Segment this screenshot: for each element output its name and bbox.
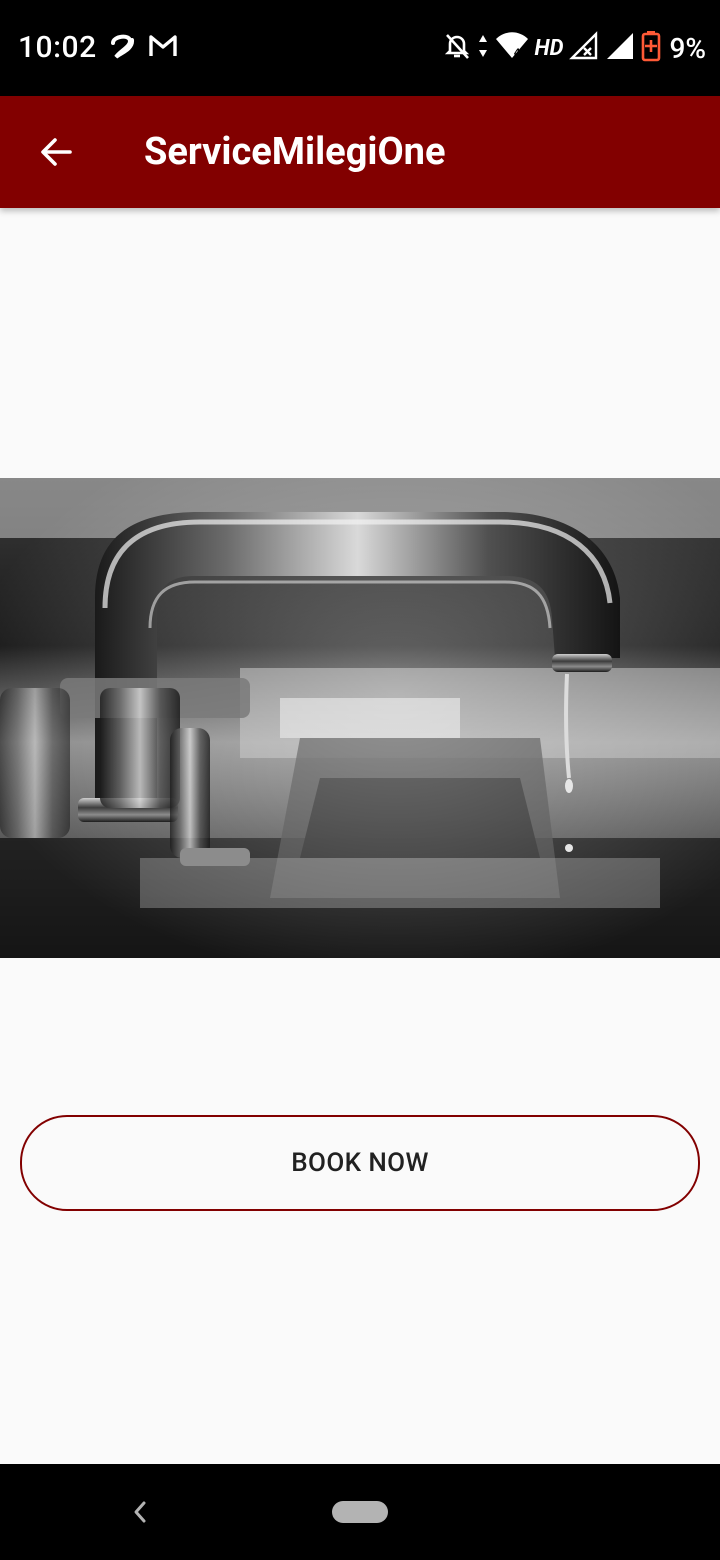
app-title: ServiceMilegiOne (144, 130, 446, 174)
airtel-icon (106, 31, 136, 65)
nav-back-button[interactable] (124, 1494, 156, 1530)
arrow-back-icon (41, 138, 72, 166)
status-left-icons (106, 30, 178, 66)
nav-back-icon (134, 1501, 146, 1523)
status-time: 10:02 (18, 30, 97, 65)
svg-text:4: 4 (514, 47, 521, 59)
screen: 10:02 4 HD 9% ServiceMilegiOne BOOK NOW (0, 0, 720, 1560)
faucet-photo (0, 478, 720, 958)
network-hd-label: HD (534, 35, 564, 61)
data-arrows-icon (477, 31, 489, 65)
status-right-icons: 4 HD 9% (443, 28, 706, 68)
navigation-bar (0, 1464, 720, 1560)
nav-home-pill[interactable] (332, 1501, 388, 1523)
book-now-label: BOOK NOW (291, 1148, 429, 1178)
signal-icon (605, 31, 635, 65)
signal-no-service-icon (569, 31, 599, 65)
battery-percent: 9% (669, 31, 706, 65)
battery-low-icon (641, 30, 661, 66)
gmail-icon (148, 33, 178, 63)
mute-bell-icon (443, 31, 471, 65)
app-bar: ServiceMilegiOne (0, 96, 720, 208)
status-bar: 10:02 4 HD 9% (0, 0, 720, 96)
book-now-button[interactable]: BOOK NOW (20, 1115, 700, 1211)
back-button[interactable] (26, 122, 86, 182)
wifi-icon: 4 (495, 31, 529, 65)
